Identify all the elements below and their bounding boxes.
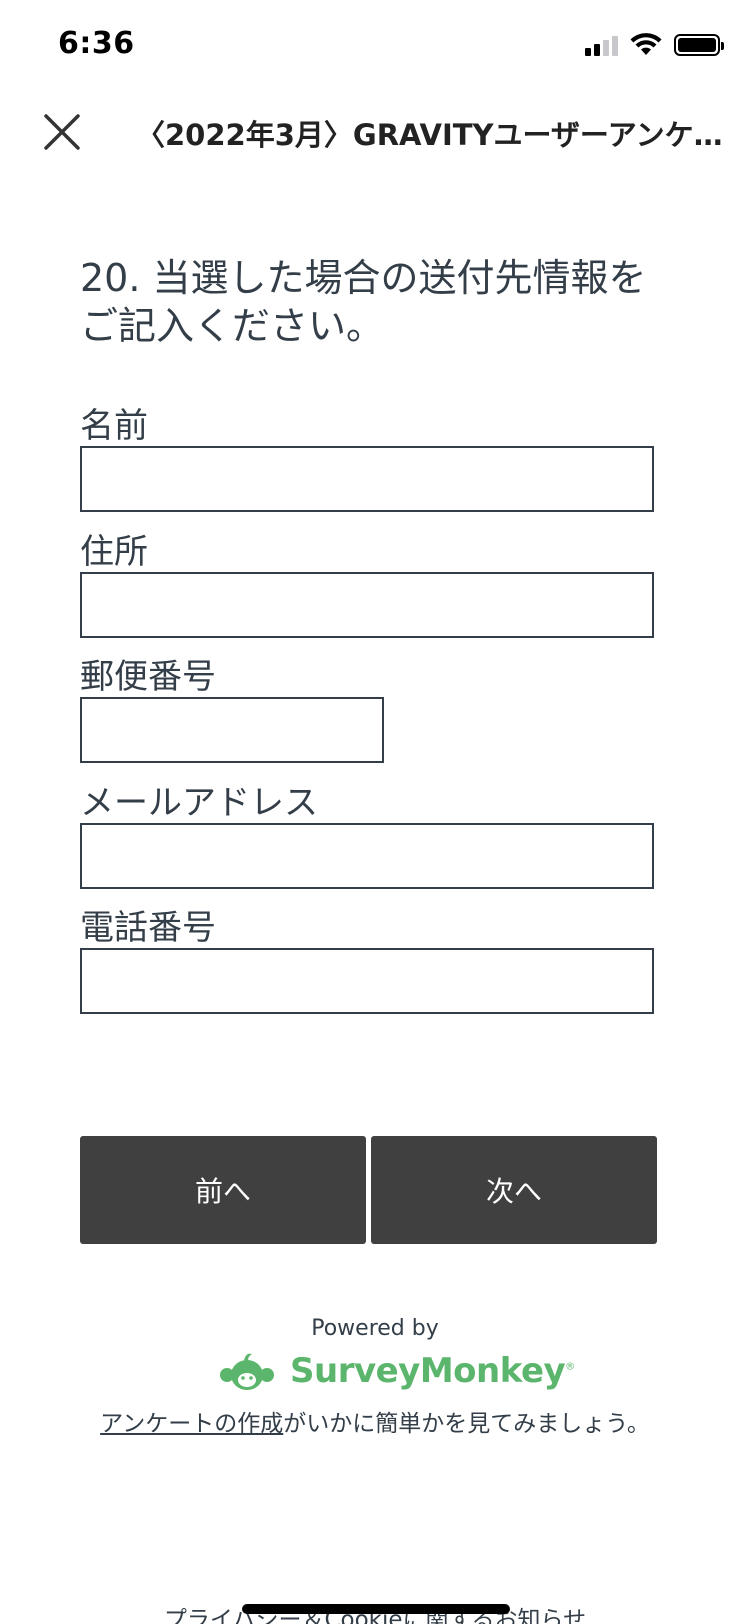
email-field[interactable]: [80, 823, 654, 889]
phone-field[interactable]: [80, 948, 654, 1014]
survey-title: 〈2022年3月〉GRAVITYユーザーアンケート: [136, 118, 730, 152]
survey-page: 6:36 〈2022年3月〉GRAVITYユーザーアンケート 20. 当選した場…: [0, 0, 750, 1624]
status-icons: [585, 30, 724, 60]
address-label: 住所: [80, 532, 148, 572]
nav-header: 〈2022年3月〉GRAVITYユーザーアンケート: [0, 90, 750, 170]
question-heading: 20. 当選した場合の送付先情報をご記入ください。: [80, 254, 680, 350]
name-label: 名前: [80, 406, 148, 446]
powered-by-label: Powered by: [311, 1316, 439, 1341]
cellular-signal-icon: [585, 34, 618, 56]
create-survey-tagline: アンケートの作成がいかに簡単かを見てみましょう。: [0, 1404, 750, 1438]
email-label: メールアドレス: [80, 783, 318, 823]
close-icon: [44, 114, 80, 150]
prev-button[interactable]: 前へ: [80, 1136, 366, 1244]
status-time: 6:36: [58, 26, 135, 61]
address-field[interactable]: [80, 572, 654, 638]
home-indicator: [242, 1604, 510, 1614]
status-bar: 6:36: [0, 0, 750, 90]
surveymonkey-icon: [220, 1353, 274, 1390]
battery-icon: [674, 34, 724, 56]
create-survey-link[interactable]: アンケートの作成: [100, 1411, 283, 1437]
registered-mark: ®: [565, 1361, 575, 1373]
question-number: 20.: [80, 256, 141, 300]
surveymonkey-logo[interactable]: SurveyMonkey®: [218, 1346, 575, 1396]
close-button[interactable]: [40, 110, 84, 154]
next-button[interactable]: 次へ: [371, 1136, 657, 1244]
surveymonkey-wordmark: SurveyMonkey: [290, 1351, 566, 1391]
name-field[interactable]: [80, 446, 654, 512]
question-text: 当選した場合の送付先情報をご記入ください。: [80, 256, 647, 348]
tagline-text: がいかに簡単かを見てみましょう。: [283, 1411, 650, 1437]
postal-code-label: 郵便番号: [80, 657, 216, 697]
postal-code-field[interactable]: [80, 697, 384, 763]
phone-label: 電話番号: [80, 908, 216, 948]
wifi-icon: [630, 33, 662, 55]
